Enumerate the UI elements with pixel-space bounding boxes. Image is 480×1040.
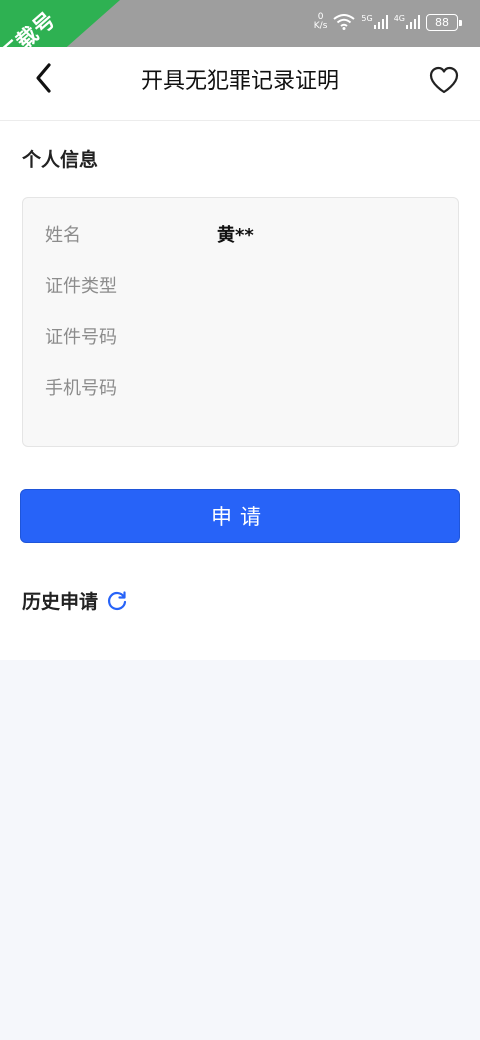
- info-row-phone: 手机号码: [45, 374, 217, 400]
- page-title: 开具无犯罪记录证明: [140, 69, 339, 94]
- battery-icon: 88: [426, 13, 462, 31]
- signal-5g-label: 5G: [361, 14, 373, 23]
- wifi-icon: [333, 14, 356, 30]
- apply-button[interactable]: 申请: [20, 489, 460, 543]
- heart-outline-icon: [429, 66, 459, 94]
- id-type-label: 证件类型: [45, 276, 117, 297]
- signal-4g: 4G: [394, 15, 420, 29]
- header: 开具无犯罪记录证明: [0, 47, 480, 121]
- history-header: 历史申请: [22, 587, 128, 614]
- refresh-icon[interactable]: [106, 590, 128, 612]
- signal-4g-label: 4G: [393, 14, 405, 23]
- name-label: 姓名: [45, 225, 81, 246]
- name-value: 黄**: [217, 225, 254, 246]
- net-speed-unit: K/s: [313, 21, 328, 31]
- history-title: 历史申请: [22, 591, 99, 613]
- info-row-id-type: 证件类型: [45, 272, 217, 298]
- id-number-label: 证件号码: [45, 327, 117, 348]
- status-icons: 0 K/s 5G 4G 88: [314, 13, 462, 31]
- info-row-id-number: 证件号码: [45, 323, 217, 349]
- signal-bars-icon: [406, 15, 420, 29]
- personal-info-title: 个人信息: [22, 149, 99, 171]
- signal-5g: 5G: [361, 14, 388, 29]
- signal-bars-icon: [373, 15, 388, 29]
- info-row-name: 姓名 黄**: [45, 221, 254, 247]
- history-list: [0, 660, 480, 1040]
- personal-info-card: 姓名 黄** 证件类型 证件号码 手机号码: [22, 197, 459, 447]
- favorite-button[interactable]: [428, 65, 460, 95]
- phone-label: 手机号码: [45, 378, 117, 399]
- net-speed: 0 K/s: [314, 13, 328, 31]
